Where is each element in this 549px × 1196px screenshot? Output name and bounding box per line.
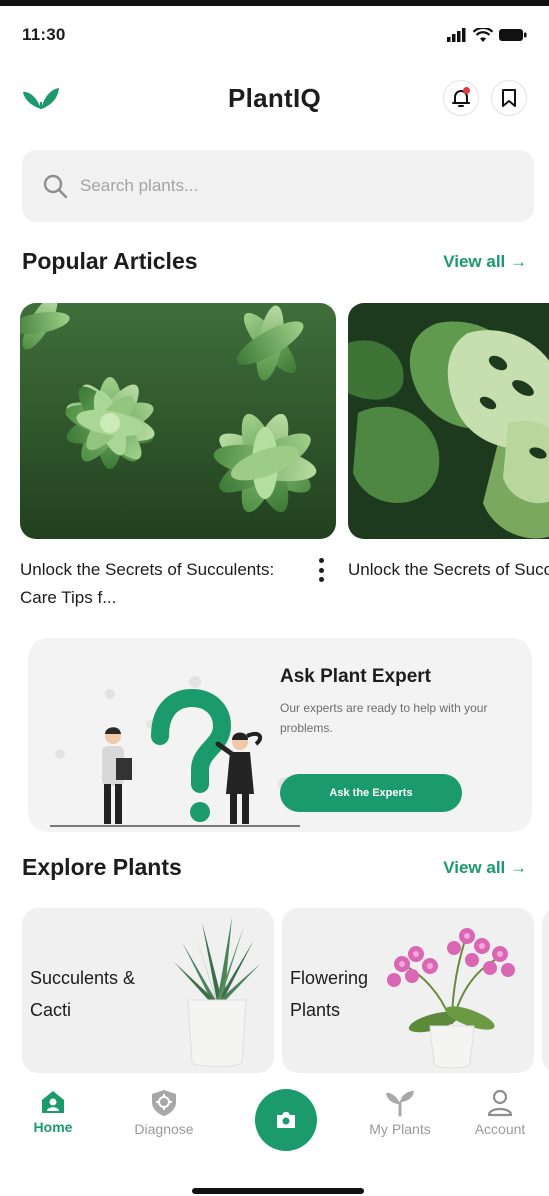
user-icon: [487, 1089, 513, 1117]
ask-experts-button[interactable]: Ask the Experts: [280, 774, 462, 812]
home-icon: [42, 1091, 64, 1113]
potted-orchid: [387, 928, 515, 1069]
status-time: 11:30: [22, 25, 66, 44]
wifi-icon: [473, 27, 493, 42]
home-indicator: [192, 1188, 364, 1194]
expert-illustration: [50, 676, 300, 827]
app-header: PlantIQ: [22, 78, 527, 118]
nav-diagnose[interactable]: Diagnose: [119, 1089, 209, 1137]
category-card-flowering[interactable]: Flowering Plants: [282, 908, 534, 1073]
header-actions: [443, 80, 527, 116]
sprout-icon: [386, 1091, 414, 1117]
nav-account-label: Account: [474, 1121, 526, 1137]
search-input[interactable]: [80, 176, 480, 196]
succulent-photo: [20, 303, 336, 539]
camera-button[interactable]: [255, 1089, 317, 1151]
potted-snake-plant: [174, 917, 260, 1067]
camera-icon: [277, 1112, 295, 1128]
category-card-succulents[interactable]: Succulents & Cacti: [22, 908, 274, 1073]
expert-description: Our experts are ready to help with your …: [280, 701, 488, 735]
explore-plants-title: Explore Plants: [22, 854, 182, 880]
nav-my-plants-label: My Plants: [369, 1121, 431, 1137]
explore-plants-header: Explore Plants View all →: [22, 854, 527, 881]
status-bar: 11:30: [22, 22, 527, 48]
article-card[interactable]: Unlock the Secrets of Succulents: Care T…: [348, 303, 549, 584]
popular-articles-title: Popular Articles: [22, 248, 198, 274]
status-icons: [447, 27, 527, 43]
category-card-partial[interactable]: [542, 908, 549, 1073]
bookmarks-button[interactable]: [491, 80, 527, 116]
articles-carousel[interactable]: Unlock the Secrets of Succulents: Care T…: [20, 303, 549, 633]
search-icon: [43, 174, 68, 199]
nav-home[interactable]: Home: [8, 1089, 98, 1135]
expert-title: Ask Plant Expert: [280, 666, 431, 687]
article-caption: Unlock the Secrets of Succulents: Care T…: [20, 560, 275, 607]
nav-account[interactable]: Account: [455, 1089, 545, 1137]
monstera-photo: [348, 303, 549, 539]
explore-plants-carousel[interactable]: Succulents & Cacti Flowering Plants: [22, 908, 549, 1073]
category-label: Succulents & Cacti: [30, 968, 136, 1020]
signal-icon: [447, 28, 466, 42]
article-caption: Unlock the Secrets of Succulents: Care T…: [348, 560, 549, 579]
bookmark-icon: [502, 89, 516, 107]
top-edge: [0, 0, 549, 6]
more-options-icon[interactable]: [316, 555, 326, 585]
popular-articles-view-all-link[interactable]: View all →: [443, 252, 527, 272]
ask-expert-card: Ask Plant Expert Our experts are ready t…: [28, 638, 532, 832]
expert-text: Ask Plant Expert Our experts are ready t…: [280, 666, 525, 738]
popular-articles-header: Popular Articles View all →: [22, 248, 527, 275]
nav-diagnose-label: Diagnose: [134, 1121, 194, 1137]
bottom-navigation: Home Diagnose My Plants Account: [0, 1075, 549, 1165]
nav-home-label: Home: [33, 1119, 73, 1135]
nav-my-plants[interactable]: My Plants: [355, 1089, 445, 1137]
leaf-icon[interactable]: [22, 85, 60, 111]
article-card[interactable]: Unlock the Secrets of Succulents: Care T…: [20, 303, 336, 612]
search-bar[interactable]: [22, 150, 534, 222]
notifications-button[interactable]: [443, 80, 479, 116]
notification-badge: [463, 87, 470, 94]
shield-icon: [152, 1090, 176, 1116]
battery-icon: [499, 29, 527, 41]
explore-plants-view-all-link[interactable]: View all →: [443, 858, 527, 878]
